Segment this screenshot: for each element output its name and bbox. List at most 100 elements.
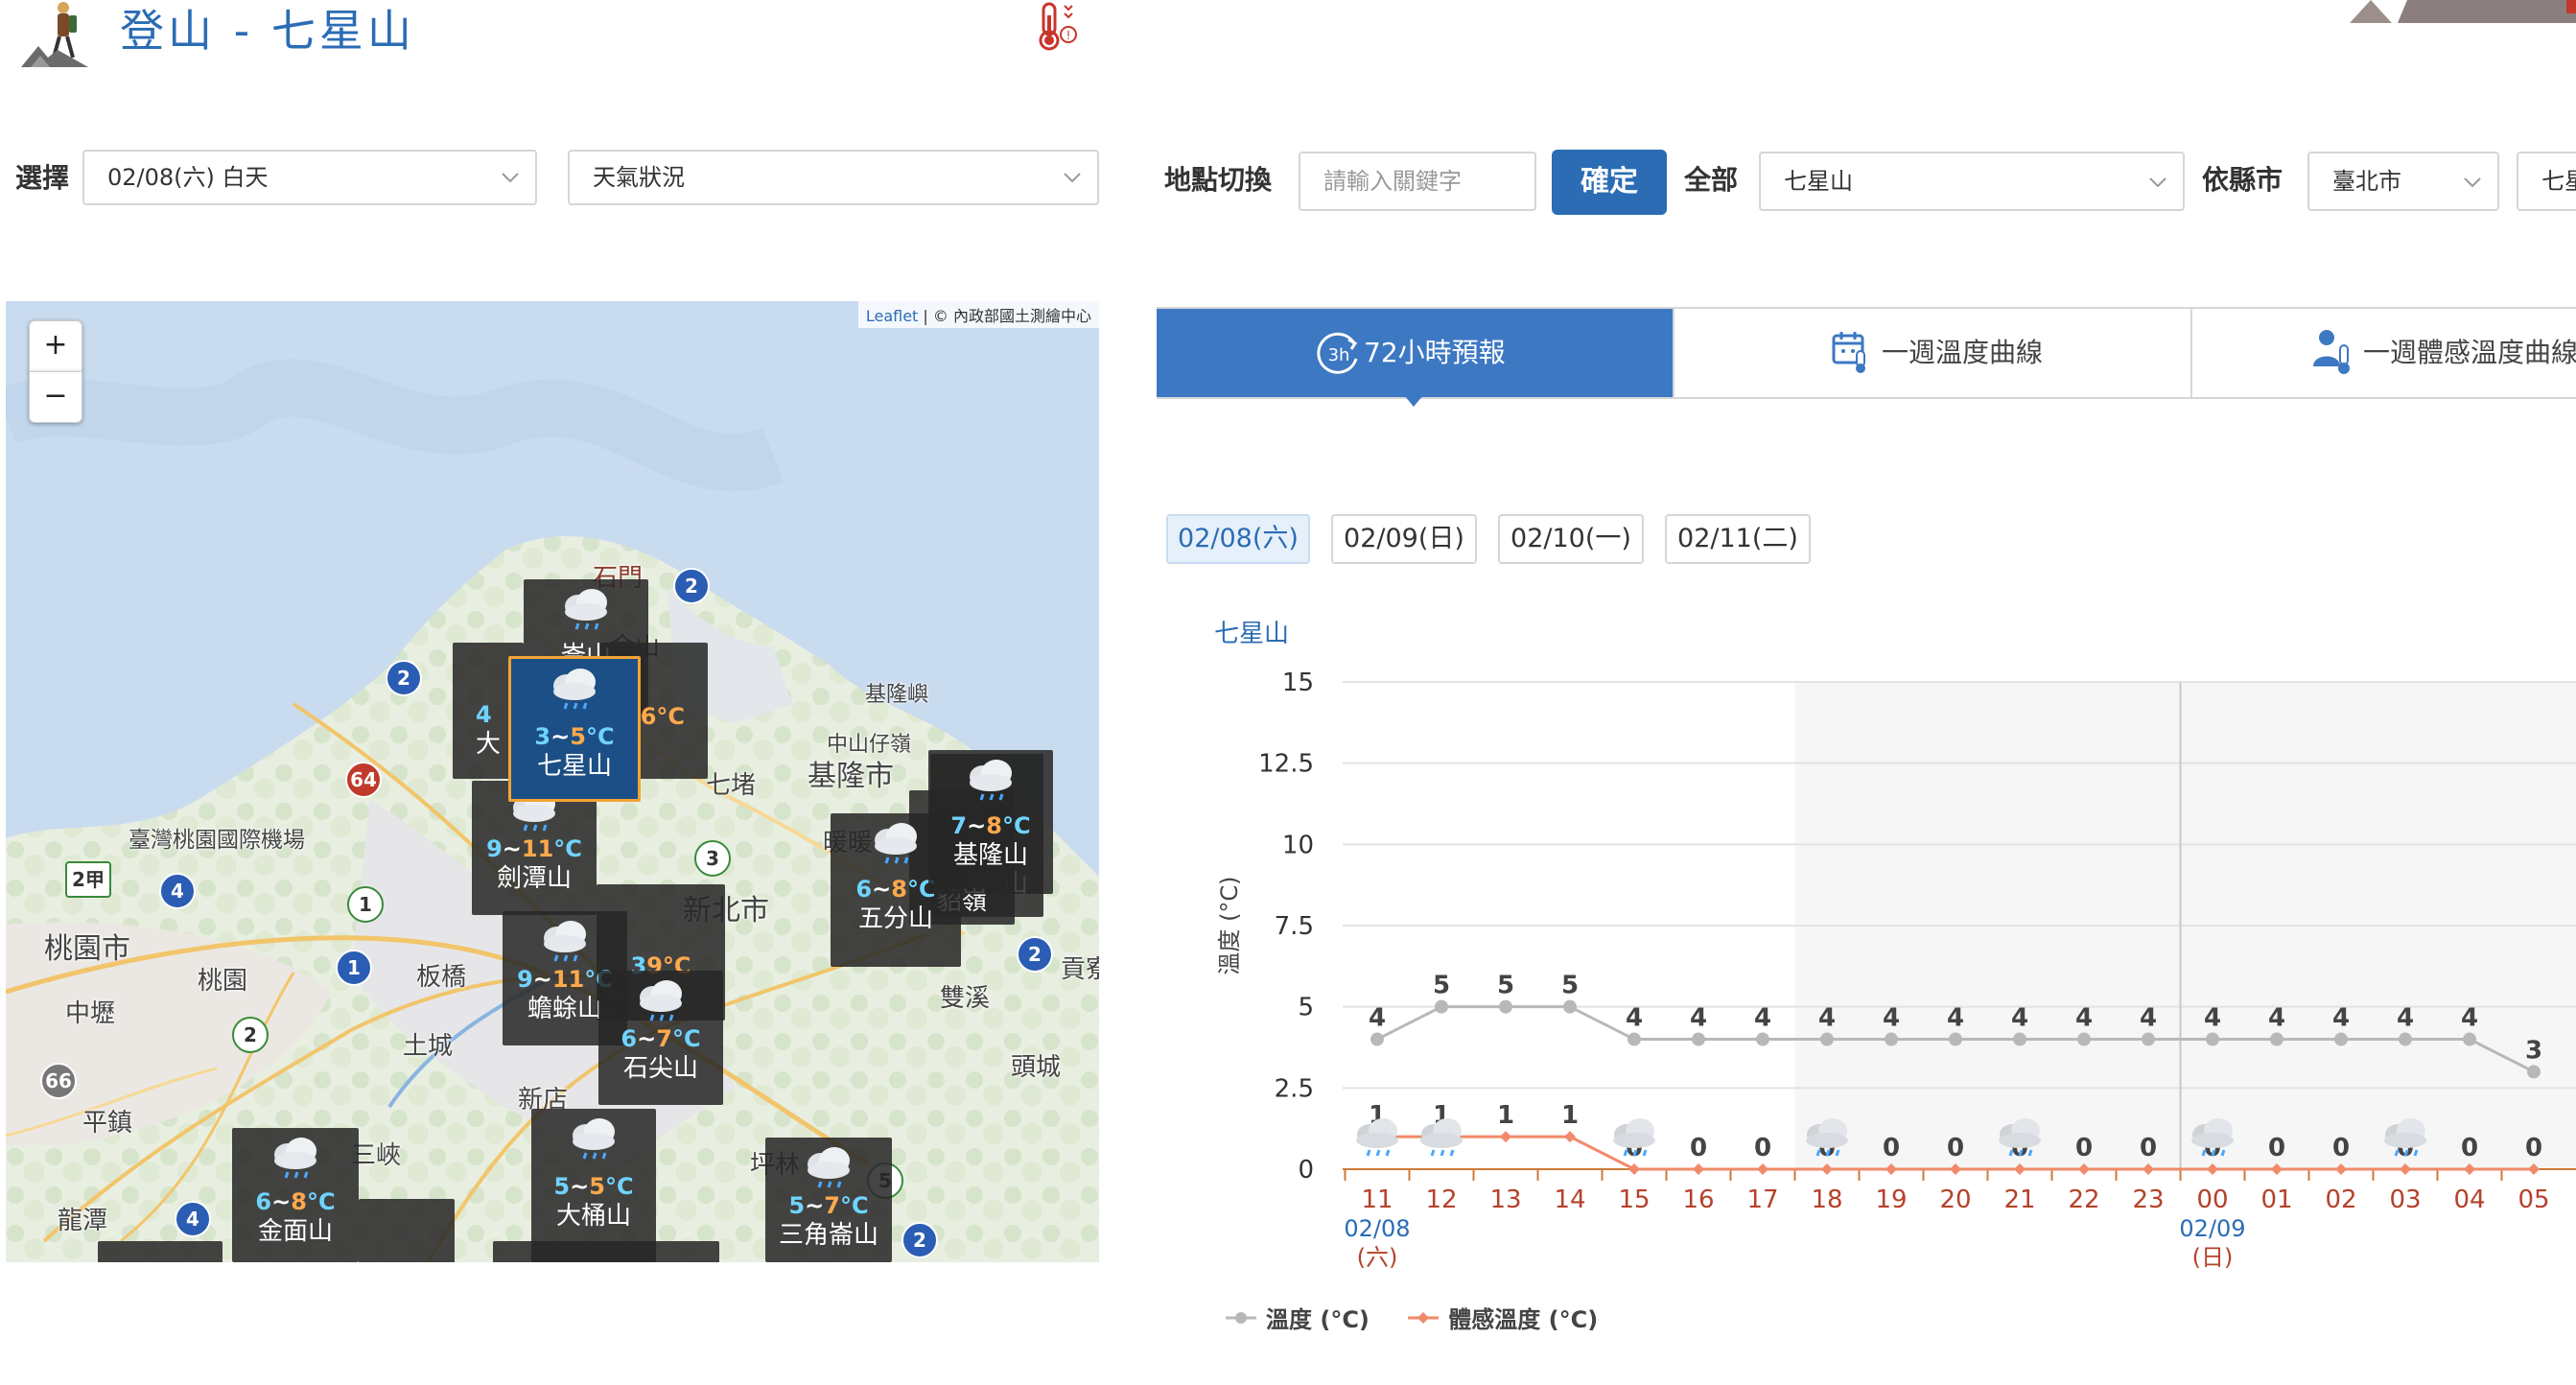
layer-select-value: 天氣狀況 bbox=[593, 164, 685, 191]
temp-unit: °C bbox=[604, 1173, 634, 1200]
temp-high: 8 bbox=[986, 812, 1002, 839]
data-point bbox=[1370, 1032, 1384, 1046]
zoom-out-button[interactable]: − bbox=[29, 371, 82, 423]
data-point bbox=[1499, 999, 1512, 1014]
day-button-0208[interactable]: 02/08(六) bbox=[1166, 514, 1310, 564]
data-point bbox=[1628, 1163, 1640, 1175]
temp-high: 8 bbox=[891, 876, 907, 903]
road-shield: 64 bbox=[345, 762, 382, 798]
x-tick-label: 14 bbox=[1554, 1185, 1585, 1214]
data-label: 4 bbox=[2011, 1004, 2028, 1033]
confirm-button[interactable]: 確定 bbox=[1552, 150, 1667, 215]
place-label: 桃園市 bbox=[44, 932, 130, 966]
data-label: 4 bbox=[2332, 1004, 2350, 1033]
weather-marker-jinmianshan[interactable]: 6~8°C 金面山 bbox=[232, 1128, 359, 1262]
svg-text:!: ! bbox=[1066, 29, 1071, 42]
day-button-0209[interactable]: 02/09(日) bbox=[1331, 514, 1477, 564]
legend-apparent-marker bbox=[1408, 1311, 1440, 1324]
attribution-text: | © 內政部國土測繪中心 bbox=[923, 307, 1091, 325]
marker-name: 金面山 bbox=[257, 1217, 333, 1246]
county-mountain-select[interactable]: 七星 bbox=[2517, 152, 2576, 211]
temp-unit: °C bbox=[553, 835, 582, 862]
temp-unit: °C bbox=[1001, 812, 1031, 839]
legend-apparent-temperature[interactable]: 體感溫度 (°C) bbox=[1406, 1301, 1598, 1334]
leaflet-link[interactable]: Leaflet bbox=[866, 307, 918, 325]
temp-low: 6 bbox=[621, 1025, 638, 1052]
date-select[interactable]: 02/08(六) 白天 bbox=[82, 150, 537, 205]
data-label: 4 bbox=[1947, 1004, 1964, 1033]
data-label: 5 bbox=[1497, 972, 1514, 1000]
select-label: 選擇 bbox=[15, 162, 70, 194]
data-label: 5 bbox=[1433, 972, 1450, 1000]
road-shield: 2 bbox=[902, 1222, 938, 1258]
y-tick-label: 2.5 bbox=[1275, 1074, 1314, 1103]
temp-low: 7 bbox=[950, 812, 968, 839]
place-label: 七堵 bbox=[706, 771, 757, 800]
clock-3h-icon: 3h bbox=[1317, 332, 1358, 374]
thermometer-alert-icon[interactable]: ! bbox=[1034, 0, 1078, 52]
tab-72-hour-forecast[interactable]: 3h 72小時預報 bbox=[1157, 309, 1674, 397]
weather-marker-qixingshan-selected[interactable]: 3~5°C 七星山 bbox=[508, 656, 641, 802]
place-label: 貢寮 bbox=[1061, 955, 1099, 984]
rain-cloud-icon bbox=[1420, 1118, 1463, 1157]
county-select-value: 臺北市 bbox=[2332, 168, 2401, 195]
temp-high: 8 bbox=[291, 1188, 307, 1215]
legend-label: 體感溫度 (°C) bbox=[1448, 1306, 1599, 1333]
data-label: 0 bbox=[2332, 1134, 2350, 1162]
temp-low: 9 bbox=[517, 966, 533, 993]
data-point bbox=[1500, 1131, 1511, 1143]
data-point bbox=[2399, 1032, 2412, 1046]
weather-marker-keelungshan[interactable]: 7~8°C 基隆山 bbox=[928, 750, 1053, 894]
keyword-search-input[interactable]: 請輸入關鍵字 bbox=[1299, 152, 1536, 211]
x-tick-label: 11 bbox=[1361, 1185, 1393, 1214]
tab-weekly-temperature[interactable]: 一週溫度曲線 bbox=[1674, 309, 2192, 397]
date-select-value: 02/08(六) 白天 bbox=[107, 164, 269, 191]
data-label: 0 bbox=[2268, 1134, 2285, 1162]
forecast-tabs: 3h 72小時預報 一週溫度曲線 一週體感溫度曲線 bbox=[1157, 307, 2576, 399]
legend-temperature[interactable]: 溫度 (°C) bbox=[1224, 1301, 1370, 1334]
road-shield: 4 bbox=[159, 873, 196, 909]
weather-marker[interactable] bbox=[493, 1241, 719, 1262]
road-shield: 2 bbox=[386, 660, 422, 696]
layer-select[interactable]: 天氣狀況 bbox=[568, 150, 1099, 205]
rain-cloud-icon bbox=[808, 1147, 850, 1188]
rain-cloud-icon bbox=[565, 589, 607, 630]
place-label: 平鎮 bbox=[82, 1109, 133, 1138]
zoom-in-button[interactable]: + bbox=[29, 320, 82, 372]
x-tick-label: 02 bbox=[2325, 1185, 2356, 1214]
place-label: 龍潭 bbox=[58, 1207, 108, 1235]
weather-marker[interactable] bbox=[359, 1199, 455, 1262]
data-point bbox=[1563, 999, 1577, 1014]
all-label: 全部 bbox=[1684, 164, 1739, 196]
data-point bbox=[1885, 1032, 1898, 1046]
tab-weekly-apparent-temperature[interactable]: 一週體感溫度曲線 bbox=[2192, 309, 2576, 397]
temp-unit: °C bbox=[306, 1188, 336, 1215]
marker-name: 石尖山 bbox=[622, 1054, 698, 1083]
data-point bbox=[1756, 1032, 1769, 1046]
x-tick-label: 17 bbox=[1746, 1185, 1778, 1214]
data-label: 4 bbox=[2075, 1004, 2093, 1033]
road-shield: 2 bbox=[673, 568, 710, 604]
x-tick-label: 22 bbox=[2068, 1185, 2099, 1214]
temp-low: 6 bbox=[855, 876, 873, 903]
day-button-0211[interactable]: 02/11(二) bbox=[1665, 514, 1811, 564]
data-label: 3 bbox=[2525, 1036, 2542, 1065]
temp-high: 7 bbox=[824, 1192, 840, 1219]
county-select[interactable]: 臺北市 bbox=[2307, 152, 2499, 211]
day-button-0210[interactable]: 02/10(一) bbox=[1498, 514, 1644, 564]
temp-high: 5 bbox=[589, 1173, 605, 1200]
weather-marker-sanjiaolunshan[interactable]: 5~7°C 三角崙山 bbox=[765, 1138, 892, 1262]
rain-cloud-icon bbox=[573, 1118, 615, 1160]
road-shield: 1 bbox=[347, 886, 384, 923]
map-panel[interactable]: + − Leaflet | © 內政部國土測繪中心 石門 金山 基隆嶼 中山仔嶺… bbox=[6, 301, 1099, 1262]
data-point bbox=[2527, 1065, 2541, 1079]
temp-high: 11 bbox=[521, 835, 554, 862]
marker-name: 基隆山 bbox=[952, 841, 1028, 870]
data-label: 0 bbox=[2461, 1134, 2478, 1162]
weather-marker[interactable] bbox=[98, 1241, 222, 1262]
mountain-select[interactable]: 七星山 bbox=[1759, 152, 2185, 211]
weather-marker-datongshan[interactable]: 5~5°C 大桶山 bbox=[531, 1109, 656, 1262]
place-label: 基隆嶼 bbox=[865, 683, 929, 707]
weather-marker-shijianshan[interactable]: 6~7°C 石尖山 bbox=[598, 971, 723, 1105]
rain-cloud-icon bbox=[970, 760, 1012, 801]
